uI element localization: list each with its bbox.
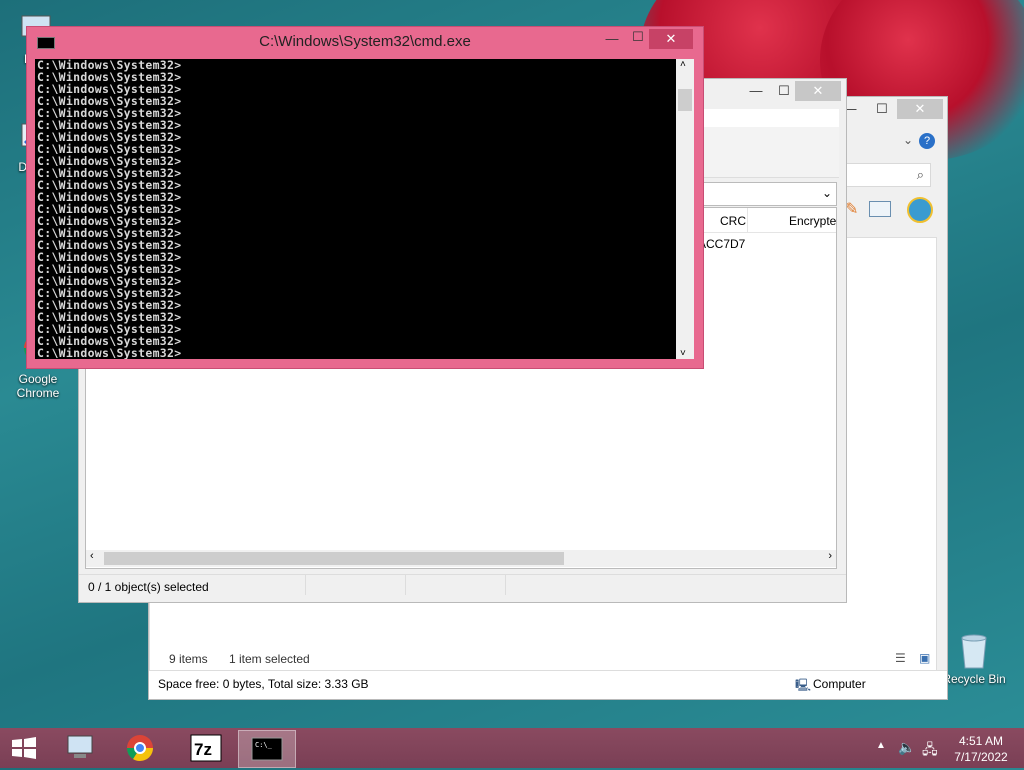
column-encrypted[interactable]: Encrypte [789, 214, 836, 228]
scrollbar-thumb[interactable] [104, 552, 564, 565]
explorer-statusbar: Space free: 0 bytes, Total size: 3.33 GB… [149, 670, 947, 699]
clock[interactable]: 4:51 AM 7/17/2022 [948, 733, 1014, 765]
help-icon[interactable]: ? [919, 133, 935, 149]
scroll-down-icon[interactable]: ˅ [680, 348, 686, 359]
selected-count: 1 item selected [229, 652, 310, 666]
shell-icon[interactable] [907, 197, 933, 223]
column-crc[interactable]: CRC [720, 214, 746, 228]
cmd-window[interactable]: C:\Windows\System32\cmd.exe — ☐ ✕ C:\Win… [26, 26, 704, 369]
clock-time: 4:51 AM [958, 734, 1004, 748]
start-button[interactable] [10, 736, 38, 760]
windows-logo-icon [12, 737, 36, 759]
space-info: Space free: 0 bytes, Total size: 3.33 GB [158, 677, 369, 691]
horizontal-scrollbar[interactable]: ‹ › [86, 550, 836, 567]
chevron-down-icon[interactable]: ⌄ [903, 133, 913, 147]
computer-small-icon: 🖳 [795, 678, 812, 692]
maximize-button[interactable]: ☐ [867, 99, 897, 119]
7zip-statusbar: 0 / 1 object(s) selected [79, 574, 846, 599]
taskbar-7zip[interactable]: 7z [178, 730, 234, 766]
card-icon[interactable] [869, 201, 891, 217]
volume-muted-icon[interactable]: 🔈 [898, 739, 915, 756]
network-icon[interactable]: 🖧 [922, 739, 938, 763]
scrollbar-thumb[interactable] [678, 89, 692, 111]
large-icons-view-icon[interactable]: ▣ [919, 651, 930, 665]
toolbar-icons: ✎ [845, 195, 941, 225]
selection-status: 0 / 1 object(s) selected [88, 580, 209, 594]
chrome-icon [126, 735, 154, 762]
7zip-icon: 7z [190, 734, 222, 762]
show-hidden-icons-icon[interactable]: ▲ [876, 740, 886, 751]
chevron-down-icon[interactable]: ⌄ [822, 186, 832, 200]
svg-text:C:\_: C:\_ [255, 741, 273, 749]
location-label: Computer [813, 677, 866, 691]
scroll-right-icon[interactable]: › [828, 550, 832, 562]
vertical-scrollbar[interactable]: ˄ ˅ [676, 59, 694, 359]
close-button[interactable]: ✕ [649, 29, 693, 49]
status-divider [405, 575, 406, 595]
status-divider [305, 575, 306, 595]
close-button[interactable]: ✕ [795, 81, 841, 101]
console-output[interactable]: C:\Windows\System32> C:\Windows\System32>… [35, 59, 676, 359]
status-divider [505, 575, 506, 595]
pencil-icon[interactable]: ✎ [845, 199, 858, 219]
scroll-left-icon[interactable]: ‹ [90, 550, 94, 562]
desktop-icon-recycle-bin[interactable]: Recycle Bin [938, 630, 1010, 686]
desktop-icon-label: Recycle Bin [942, 672, 1006, 686]
row-crc: ACC7D7 [698, 237, 746, 251]
minimize-button[interactable]: — [741, 81, 771, 101]
ribbon-expand-area: ⌄ ? [845, 131, 941, 153]
search-input[interactable]: ⌕ [845, 163, 931, 187]
items-count: 9 items [169, 652, 208, 666]
file-explorer-icon [67, 735, 93, 758]
clock-date: 7/17/2022 [954, 750, 1008, 764]
taskbar-cmd[interactable]: C:\_ [238, 730, 296, 768]
cmd-icon: C:\_ [251, 737, 283, 761]
console-line: C:\Windows\System32> [37, 346, 182, 359]
desktop-icon-label: Google Chrome [16, 372, 60, 400]
recycle-bin-icon [954, 630, 994, 670]
scroll-up-icon[interactable]: ˄ [680, 59, 686, 70]
taskbar-chrome[interactable] [112, 730, 168, 766]
search-icon: ⌕ [916, 167, 924, 182]
close-button[interactable]: ✕ [897, 99, 943, 119]
column-divider [747, 208, 748, 232]
taskbar: 7z C:\_ ▲ 🔈 🖧 4:51 AM 7/17/2022 [0, 728, 1024, 768]
details-view-icon[interactable]: ☰ [895, 651, 906, 665]
taskbar-file-explorer[interactable] [52, 730, 108, 766]
svg-text:7z: 7z [194, 740, 212, 759]
